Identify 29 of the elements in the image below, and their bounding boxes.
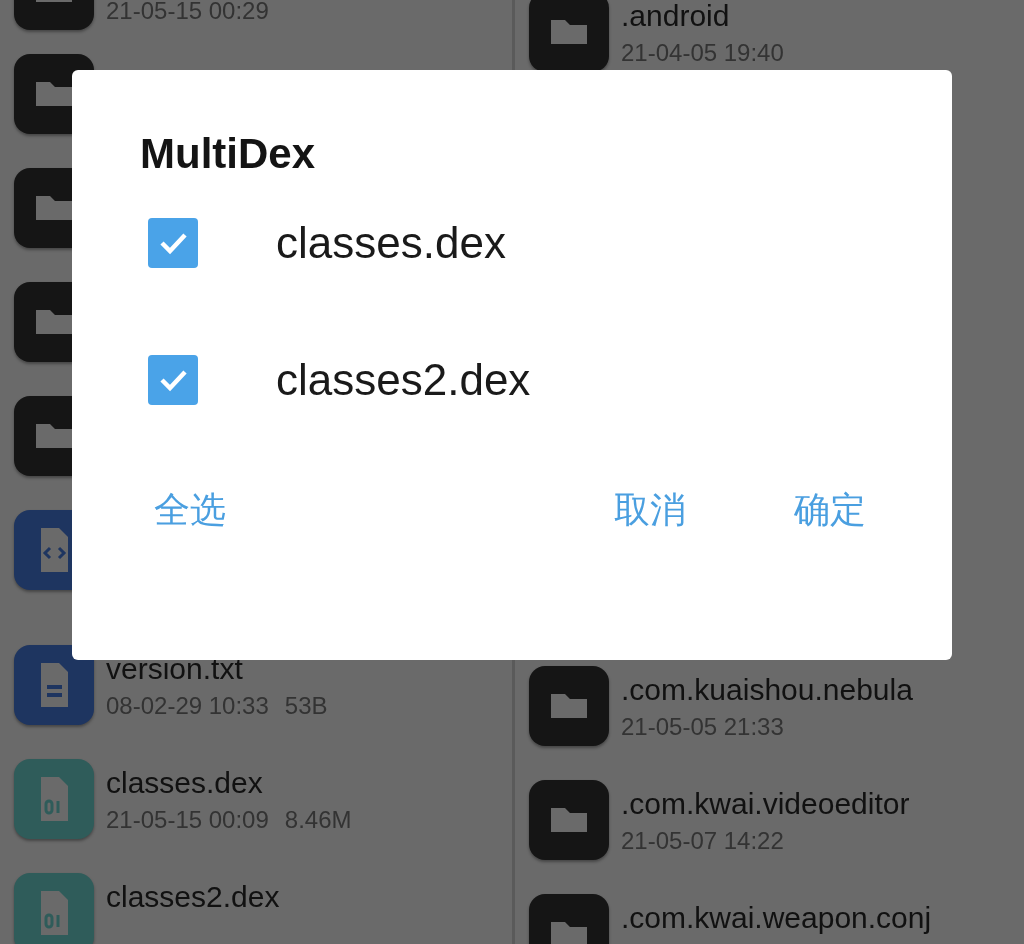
file-name: .com.kwai.weapon.conj xyxy=(621,900,932,936)
binary-file-icon xyxy=(14,873,94,944)
option-label: classes.dex xyxy=(276,216,506,269)
dialog-button[interactable]: 取消 xyxy=(600,486,700,534)
text-file-icon xyxy=(14,645,94,725)
binary-file-icon xyxy=(14,759,94,839)
dialog-title: MultiDex xyxy=(140,129,316,179)
file-name: classes2.dex xyxy=(106,879,280,915)
dialog-button[interactable]: 确定 xyxy=(780,486,880,534)
file-date: 21-05-15 00:09 xyxy=(106,805,269,835)
file-date: 21-05-05 21:33 xyxy=(621,712,784,742)
file-date: 08-02-29 10:33 xyxy=(106,691,269,721)
file-size: 53B xyxy=(284,691,328,721)
folder-icon xyxy=(529,0,609,72)
file-name: version.txt xyxy=(106,651,244,687)
folder-icon xyxy=(529,666,609,746)
checkbox[interactable] xyxy=(148,217,198,268)
file-size: 8.46M xyxy=(284,805,352,835)
checkbox[interactable] xyxy=(148,354,198,405)
file-name: .com.kwai.videoeditor xyxy=(621,786,910,822)
file-date: 21-05-07 14:22 xyxy=(621,826,784,856)
file-name: .com.kuaishou.nebula xyxy=(621,672,913,708)
file-name: .android xyxy=(621,0,731,34)
option-label: classes2.dex xyxy=(276,353,531,406)
file-name: classes.dex xyxy=(106,765,264,801)
dialog-button[interactable]: 全选 xyxy=(140,486,240,534)
folder-icon xyxy=(529,780,609,860)
file-date: 21-05-15 00:29 xyxy=(106,0,269,26)
file-date: 21-04-05 19:40 xyxy=(621,38,784,68)
